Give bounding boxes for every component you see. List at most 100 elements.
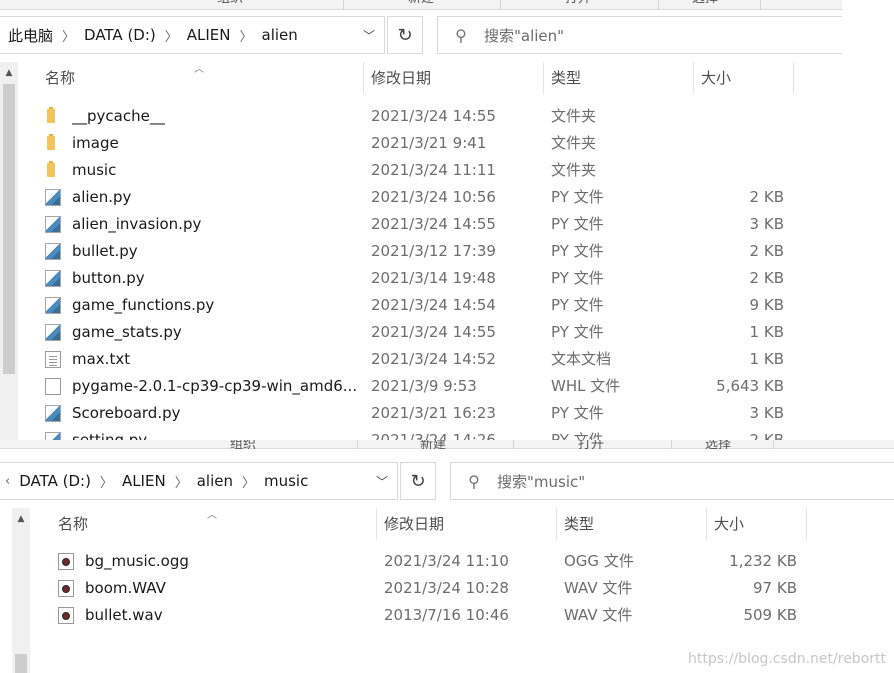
column-header-date[interactable]: 修改日期	[371, 62, 431, 94]
file-type: 文件夹	[551, 161, 597, 179]
breadcrumb-data-drive[interactable]: DATA (D:)	[19, 472, 91, 490]
chevron-right-icon[interactable]: 〉	[175, 472, 188, 491]
file-name: boom.WAV	[85, 579, 166, 597]
column-divider[interactable]	[363, 62, 364, 94]
refresh-button[interactable]: ↻	[387, 16, 423, 54]
python-file-icon	[45, 432, 61, 440]
breadcrumb-this-pc[interactable]: 此电脑	[8, 25, 53, 46]
search-input[interactable]: ⚲ 搜索"music"	[450, 462, 894, 500]
column-divider[interactable]	[543, 62, 544, 94]
chevron-right-icon[interactable]: 〉	[240, 26, 253, 45]
ribbon-separator	[500, 0, 501, 9]
column-header-name[interactable]: 名称	[45, 62, 75, 94]
chevron-left-icon[interactable]: ‹	[5, 474, 10, 489]
sort-ascending-icon: ︿	[207, 510, 217, 521]
file-row[interactable]: alien_invasion.py 2021/3/24 14:55 PY 文件 3 K…	[18, 211, 818, 238]
file-row[interactable]: button.py 2021/3/14 19:48 PY 文件 2 KB	[18, 265, 818, 292]
python-file-icon	[45, 324, 61, 341]
file-name: game_functions.py	[72, 296, 215, 314]
ribbon-group-new[interactable]: 新建	[408, 0, 434, 7]
file-date: 2021/3/24 11:10	[384, 552, 509, 570]
file-type: 文件夹	[551, 107, 597, 125]
explorer-window-alien: 组织 新建 打开 选择 此电脑 〉 DATA (D:) 〉 ALIEN 〉 al…	[0, 0, 842, 440]
file-row[interactable]: bg_music.ogg 2021/3/24 11:10 OGG 文件 1,232 K…	[31, 548, 831, 575]
file-row[interactable]: boom.WAV 2021/3/24 10:28 WAV 文件 97 KB	[31, 575, 831, 602]
file-type: PY 文件	[551, 269, 604, 287]
search-input[interactable]: ⚲ 搜索"alien"	[437, 16, 842, 54]
column-divider[interactable]	[556, 508, 557, 540]
chevron-right-icon[interactable]: 〉	[62, 26, 75, 45]
column-header-row: ︿ 名称 修改日期 类型 大小	[31, 508, 855, 540]
breadcrumb-data-drive[interactable]: DATA (D:)	[84, 26, 156, 44]
column-divider[interactable]	[806, 508, 807, 540]
file-type: 文件夹	[551, 134, 597, 152]
file-row[interactable]: pygame-2.0.1-cp39-cp39-win_amd6... 2021/3…	[18, 373, 818, 400]
ribbon-group-select[interactable]: 选择	[692, 0, 718, 7]
audio-file-icon	[58, 607, 74, 624]
column-divider[interactable]	[793, 62, 794, 94]
vertical-scrollbar[interactable]: ▲	[0, 62, 18, 440]
column-header-row: ︿ 名称 修改日期 类型 大小	[18, 62, 842, 94]
column-divider[interactable]	[706, 508, 707, 540]
breadcrumb-alien-upper[interactable]: ALIEN	[187, 26, 231, 44]
scrollbar-thumb[interactable]	[15, 654, 27, 673]
file-row[interactable]: setting.py 2021/3/24 14:26 PY 文件 2 KB	[18, 427, 818, 440]
ribbon-separator	[760, 0, 761, 9]
file-type: PY 文件	[551, 404, 604, 422]
ribbon-group-organize[interactable]: 组织	[217, 0, 243, 7]
chevron-down-icon[interactable]: ﹀	[367, 473, 397, 490]
refresh-button[interactable]: ↻	[400, 462, 436, 500]
file-size: 3 KB	[749, 404, 784, 422]
vertical-scrollbar[interactable]: ▲	[12, 508, 30, 673]
file-row[interactable]: __pycache__ 2021/3/24 14:55 文件夹	[18, 103, 818, 130]
column-divider[interactable]	[693, 62, 694, 94]
file-row[interactable]: music 2021/3/24 11:11 文件夹	[18, 157, 818, 184]
ribbon-group-new[interactable]: 新建	[420, 440, 446, 453]
chevron-right-icon[interactable]: 〉	[242, 472, 255, 491]
ribbon-group-open[interactable]: 打开	[578, 440, 604, 453]
column-header-date[interactable]: 修改日期	[384, 508, 444, 540]
chevron-right-icon[interactable]: 〉	[100, 472, 113, 491]
address-bar[interactable]: ‹ DATA (D:) 〉 ALIEN 〉 alien 〉 music ﹀	[0, 462, 398, 500]
chevron-right-icon[interactable]: 〉	[165, 26, 178, 45]
chevron-down-icon[interactable]: ﹀	[354, 27, 384, 44]
file-date: 2021/3/21 16:23	[371, 404, 496, 422]
address-bar[interactable]: 此电脑 〉 DATA (D:) 〉 ALIEN 〉 alien ﹀	[0, 16, 385, 54]
file-name: bg_music.ogg	[85, 552, 189, 570]
audio-file-icon	[58, 580, 74, 597]
breadcrumb-alien[interactable]: alien	[197, 472, 233, 490]
file-row[interactable]: image 2021/3/21 9:41 文件夹	[18, 130, 818, 157]
file-row[interactable]: alien.py 2021/3/24 10:56 PY 文件 2 KB	[18, 184, 818, 211]
column-header-name[interactable]: 名称	[58, 508, 88, 540]
breadcrumb-alien[interactable]: alien	[262, 26, 298, 44]
ribbon-group-open[interactable]: 打开	[565, 0, 591, 7]
file-row[interactable]: bullet.wav 2013/7/16 10:46 WAV 文件 509 KB	[31, 602, 831, 629]
column-header-size[interactable]: 大小	[714, 508, 744, 540]
file-type: WAV 文件	[564, 606, 633, 624]
watermark-text: https://blog.csdn.net/rebortt	[687, 651, 886, 667]
scroll-up-icon[interactable]: ▲	[0, 64, 18, 82]
column-header-size[interactable]: 大小	[701, 62, 731, 94]
file-row[interactable]: game_stats.py 2021/3/24 14:55 PY 文件 1 KB	[18, 319, 818, 346]
file-row[interactable]: game_functions.py 2021/3/24 14:54 PY 文件 9 K…	[18, 292, 818, 319]
column-header-type[interactable]: 类型	[564, 508, 594, 540]
file-row[interactable]: Scoreboard.py 2021/3/21 16:23 PY 文件 3 KB	[18, 400, 818, 427]
file-name: setting.py	[72, 431, 148, 440]
ribbon-group-organize[interactable]: 组织	[230, 440, 256, 453]
scroll-up-icon[interactable]: ▲	[12, 510, 30, 528]
file-row[interactable]: bullet.py 2021/3/12 17:39 PY 文件 2 KB	[18, 238, 818, 265]
breadcrumb-alien-upper[interactable]: ALIEN	[122, 472, 166, 490]
column-header-type[interactable]: 类型	[551, 62, 581, 94]
breadcrumb-music[interactable]: music	[264, 472, 308, 490]
ribbon-group-select[interactable]: 选择	[705, 440, 731, 453]
explorer-window-music: 组织 新建 打开 选择 ‹ DATA (D:) 〉 ALIEN 〉 alien …	[0, 440, 894, 673]
file-date: 2013/7/16 10:46	[384, 606, 509, 624]
file-row[interactable]: max.txt 2021/3/24 14:52 文本文档 1 KB	[18, 346, 818, 373]
folder-icon	[47, 134, 55, 150]
column-divider[interactable]	[376, 508, 377, 540]
scrollbar-thumb[interactable]	[3, 84, 15, 374]
file-type: PY 文件	[551, 215, 604, 233]
whl-file-icon	[45, 378, 61, 395]
audio-file-icon	[58, 553, 74, 570]
file-name: bullet.py	[72, 242, 138, 260]
